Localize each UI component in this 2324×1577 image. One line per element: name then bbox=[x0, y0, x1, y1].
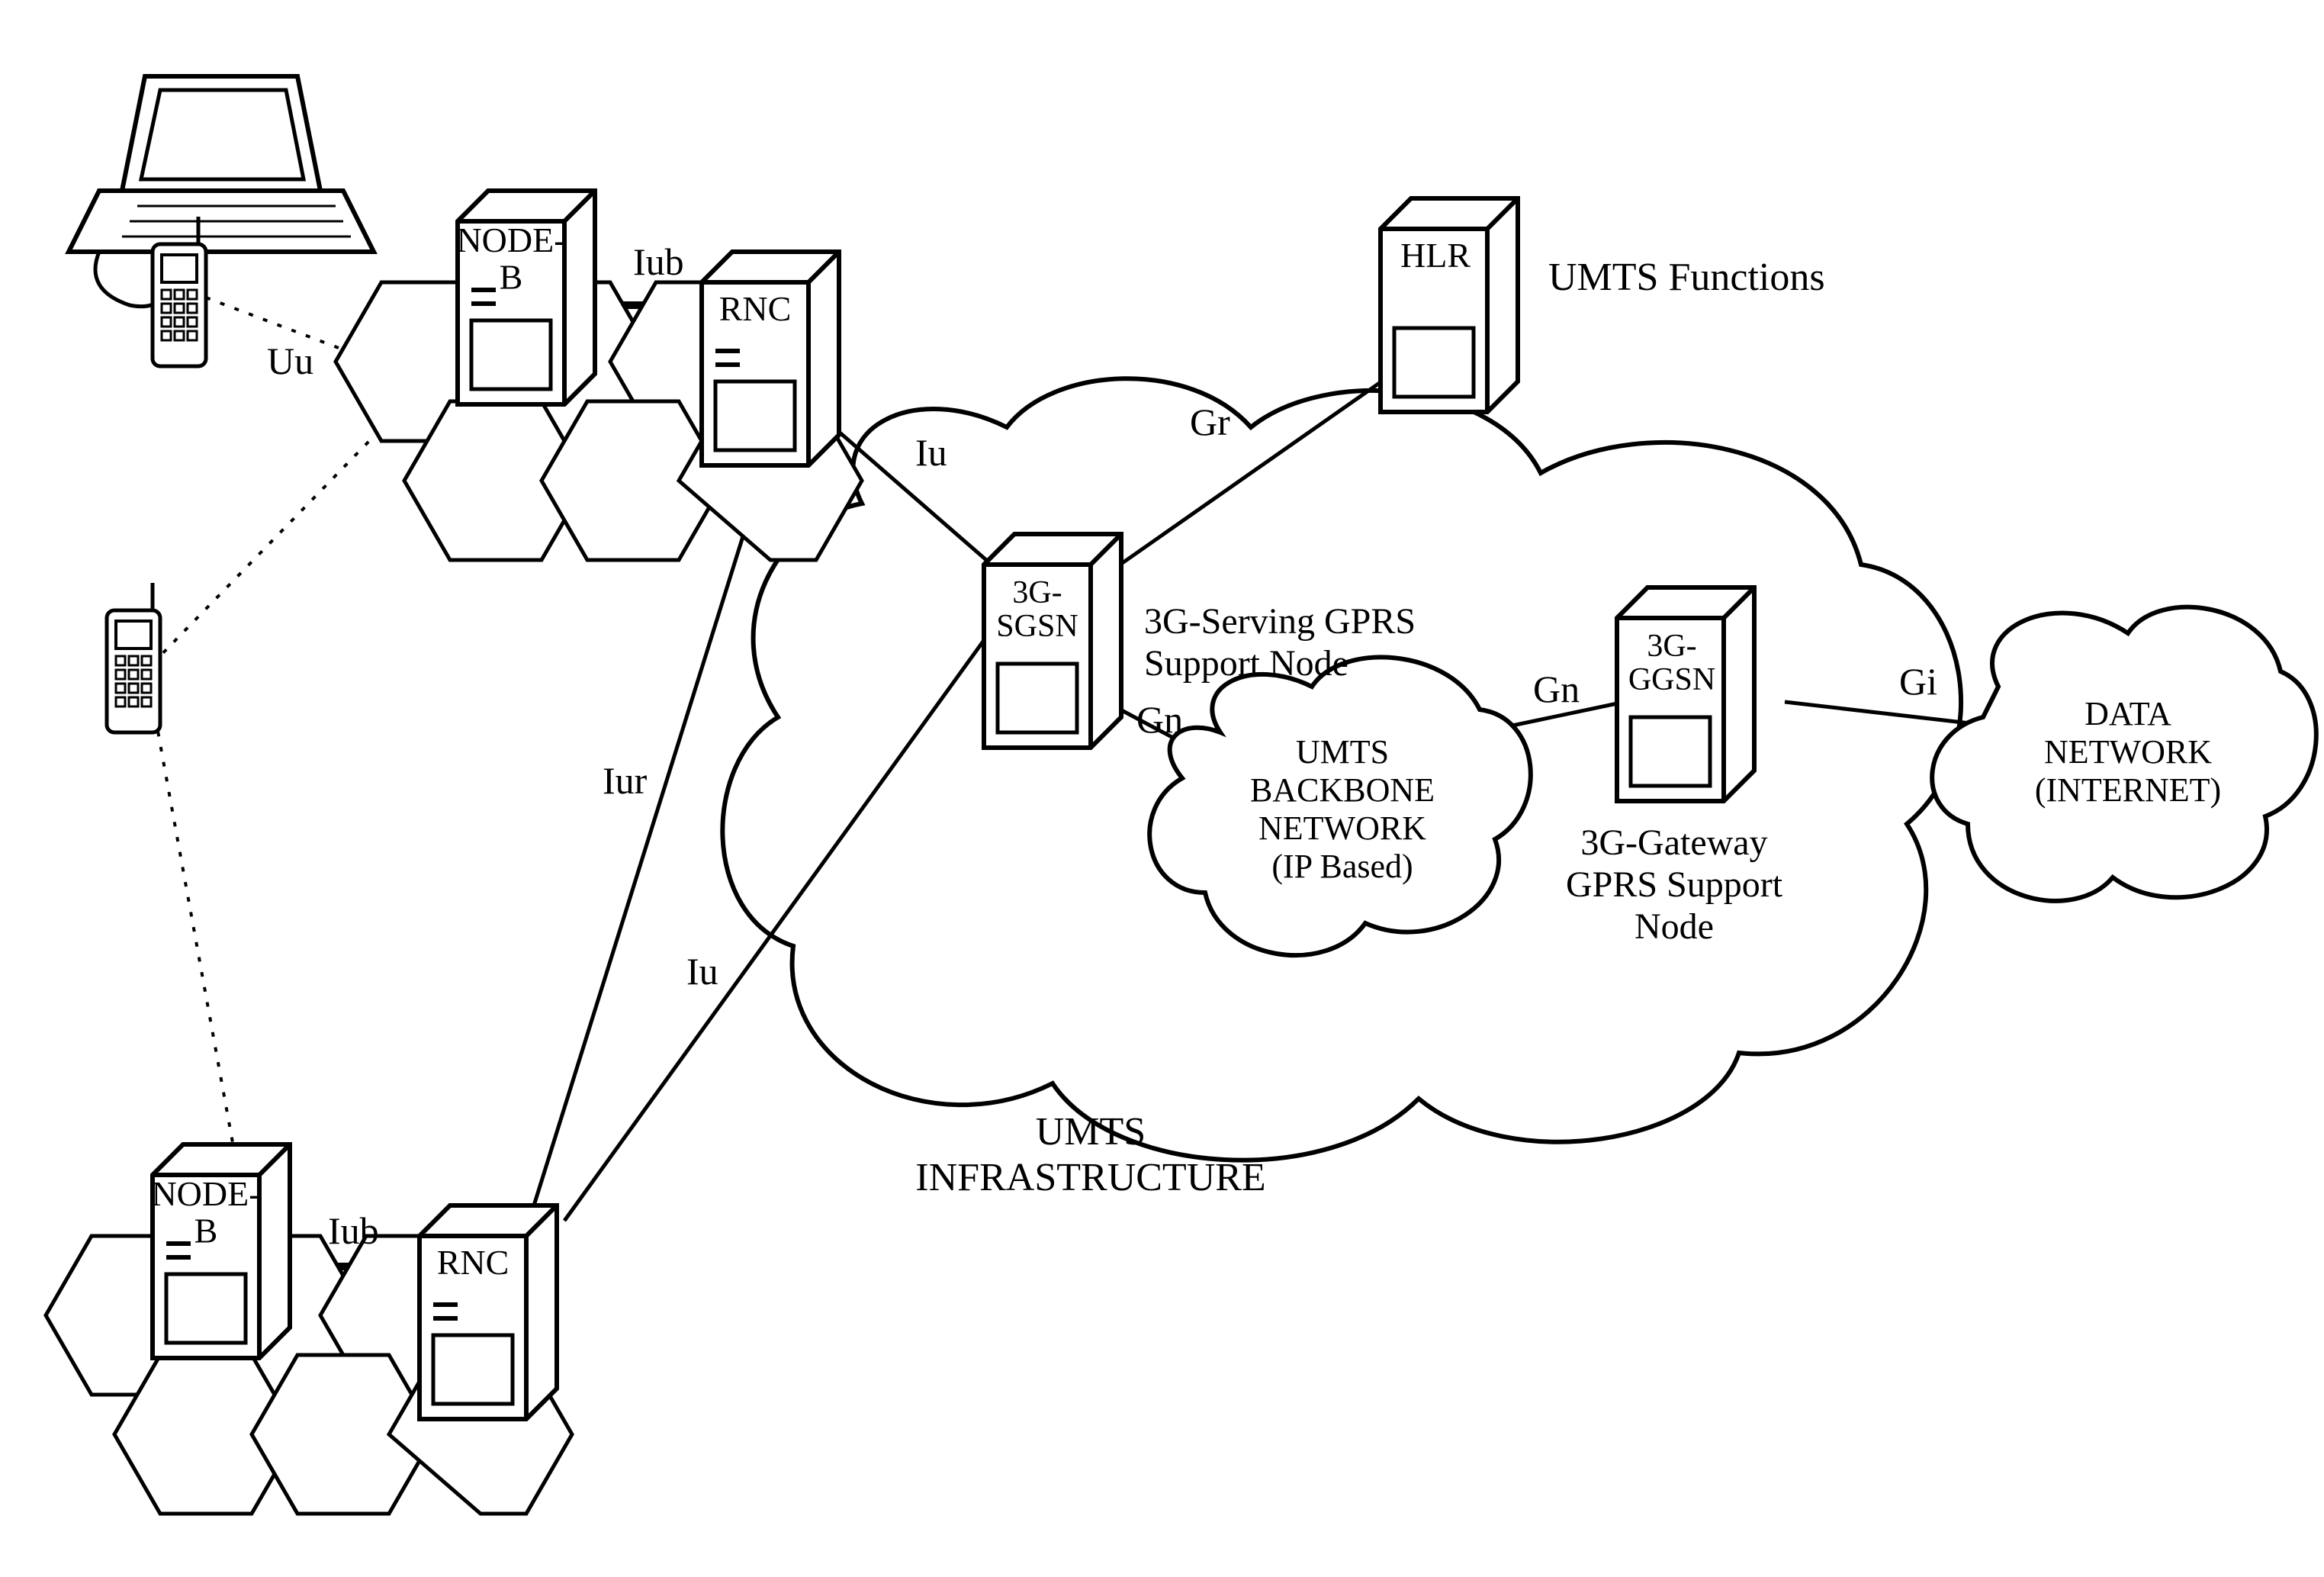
hlr-icon bbox=[1381, 198, 1518, 412]
internet-l1: DATA bbox=[2085, 695, 2171, 732]
internet-l2: NETWORK bbox=[2044, 733, 2212, 771]
rnc-2-label: RNC bbox=[437, 1243, 509, 1282]
edge-gr-label: Gr bbox=[1190, 401, 1230, 443]
link-iur bbox=[534, 473, 763, 1205]
ggsn-desc-l3: Node bbox=[1635, 906, 1714, 947]
internet-l3: (INTERNET) bbox=[2035, 771, 2221, 809]
sgsn-desc-l1: 3G-Serving GPRS bbox=[1144, 601, 1416, 642]
link-gi bbox=[1785, 702, 1983, 725]
umts-functions-label: UMTS Functions bbox=[1548, 256, 1825, 299]
edge-gn1-label: Gn bbox=[1136, 698, 1183, 741]
hlr-label: HLR bbox=[1400, 236, 1471, 275]
phone-icon-2 bbox=[107, 583, 160, 732]
rnc-1-icon bbox=[702, 252, 839, 465]
link-gr bbox=[1098, 366, 1403, 580]
laptop-icon bbox=[69, 76, 374, 252]
backbone-l1: UMTS bbox=[1296, 733, 1389, 771]
backbone-l2: BACKBONE bbox=[1250, 771, 1435, 809]
edge-gn2-label: Gn bbox=[1533, 668, 1580, 710]
ggsn-desc-l1: 3G-Gateway bbox=[1580, 822, 1767, 863]
link-uu-3 bbox=[153, 702, 244, 1205]
sgsn-desc-l2: Support Node bbox=[1144, 643, 1348, 684]
backbone-l4: (IP Based) bbox=[1271, 848, 1413, 885]
edge-iu1-label: Iu bbox=[915, 431, 947, 474]
infra-l1: UMTS bbox=[1036, 1110, 1146, 1154]
edge-uu-label: Uu bbox=[267, 340, 313, 382]
edge-iu2-label: Iu bbox=[686, 950, 718, 993]
ggsn-desc-l2: GPRS Support bbox=[1566, 864, 1783, 905]
edge-iub2-label: Iub bbox=[328, 1209, 379, 1252]
infra-l2: INFRASTRUCTURE bbox=[915, 1156, 1265, 1199]
rnc-2-icon bbox=[419, 1205, 557, 1419]
rnc-1-label: RNC bbox=[719, 289, 792, 328]
edge-iur-label: Iur bbox=[603, 759, 648, 802]
backbone-l3: NETWORK bbox=[1258, 809, 1426, 847]
edge-gi-label: Gi bbox=[1899, 660, 1937, 703]
link-iu-2 bbox=[564, 587, 1022, 1221]
umts-architecture-diagram: NODE-B RNC NODE-B RNC 3G-SGSN bbox=[0, 0, 2324, 1577]
edge-iub1-label: Iub bbox=[633, 240, 684, 283]
